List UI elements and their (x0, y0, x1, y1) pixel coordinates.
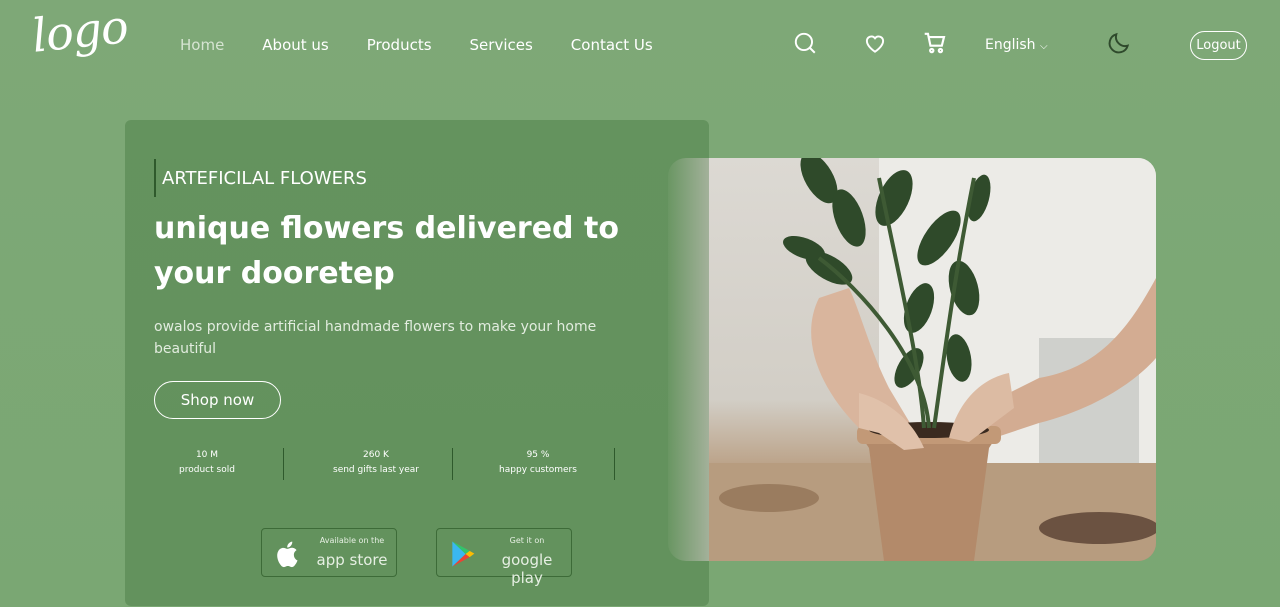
store-name: google play (501, 551, 553, 587)
main-nav: Home About us Products Services Contact … (180, 36, 691, 54)
nav-products[interactable]: Products (367, 36, 432, 54)
google-play-icon (447, 538, 479, 570)
stat-label: send gifts last year (333, 465, 419, 475)
stat-happy-customers: 95 % happy customers (465, 448, 615, 480)
nav-home[interactable]: Home (180, 36, 224, 54)
hero-description: owalos provide artificial handmade flowe… (154, 319, 597, 357)
language-selector[interactable]: English ⌵ (985, 37, 1048, 53)
hero-kicker: ARTEFICILAL FLOWERS (154, 159, 367, 197)
moon-icon[interactable] (1106, 30, 1132, 56)
stat-gifts-sent: 260 K send gifts last year (303, 448, 453, 480)
stat-value: 260 K (363, 450, 389, 460)
shop-now-button[interactable]: Shop now (154, 381, 281, 419)
store-caption: Available on the (319, 536, 385, 545)
heart-icon[interactable] (862, 30, 888, 56)
stat-label: happy customers (499, 465, 577, 475)
language-label: English (985, 37, 1036, 53)
store-caption: Get it on (509, 536, 545, 545)
stat-value: 95 % (526, 450, 550, 460)
hero-photo (709, 158, 1156, 561)
nav-services[interactable]: Services (470, 36, 533, 54)
nav-about[interactable]: About us (262, 36, 328, 54)
logout-button[interactable]: Logout (1190, 31, 1247, 60)
hero-headline: unique flowers delivered to your doorete… (154, 211, 619, 291)
search-icon[interactable] (792, 30, 818, 56)
stat-label: product sold (179, 465, 235, 475)
photo-fade-edge (668, 158, 709, 561)
nav-contact[interactable]: Contact Us (571, 36, 653, 54)
hero-card: ARTEFICILAL FLOWERS unique flowers deliv… (125, 120, 709, 606)
stat-products-sold: 10 M product sold (134, 448, 284, 480)
stat-value: 10 M (195, 450, 219, 460)
cart-icon[interactable] (922, 30, 948, 56)
google-play-button[interactable]: Get it on google play (436, 528, 572, 587)
apple-icon (272, 538, 304, 570)
app-store-button[interactable]: Available on the app store (261, 528, 397, 577)
store-name: app store (316, 551, 388, 569)
chevron-down-icon: ⌵ (1040, 41, 1048, 52)
logo[interactable]: logo (29, 0, 130, 63)
